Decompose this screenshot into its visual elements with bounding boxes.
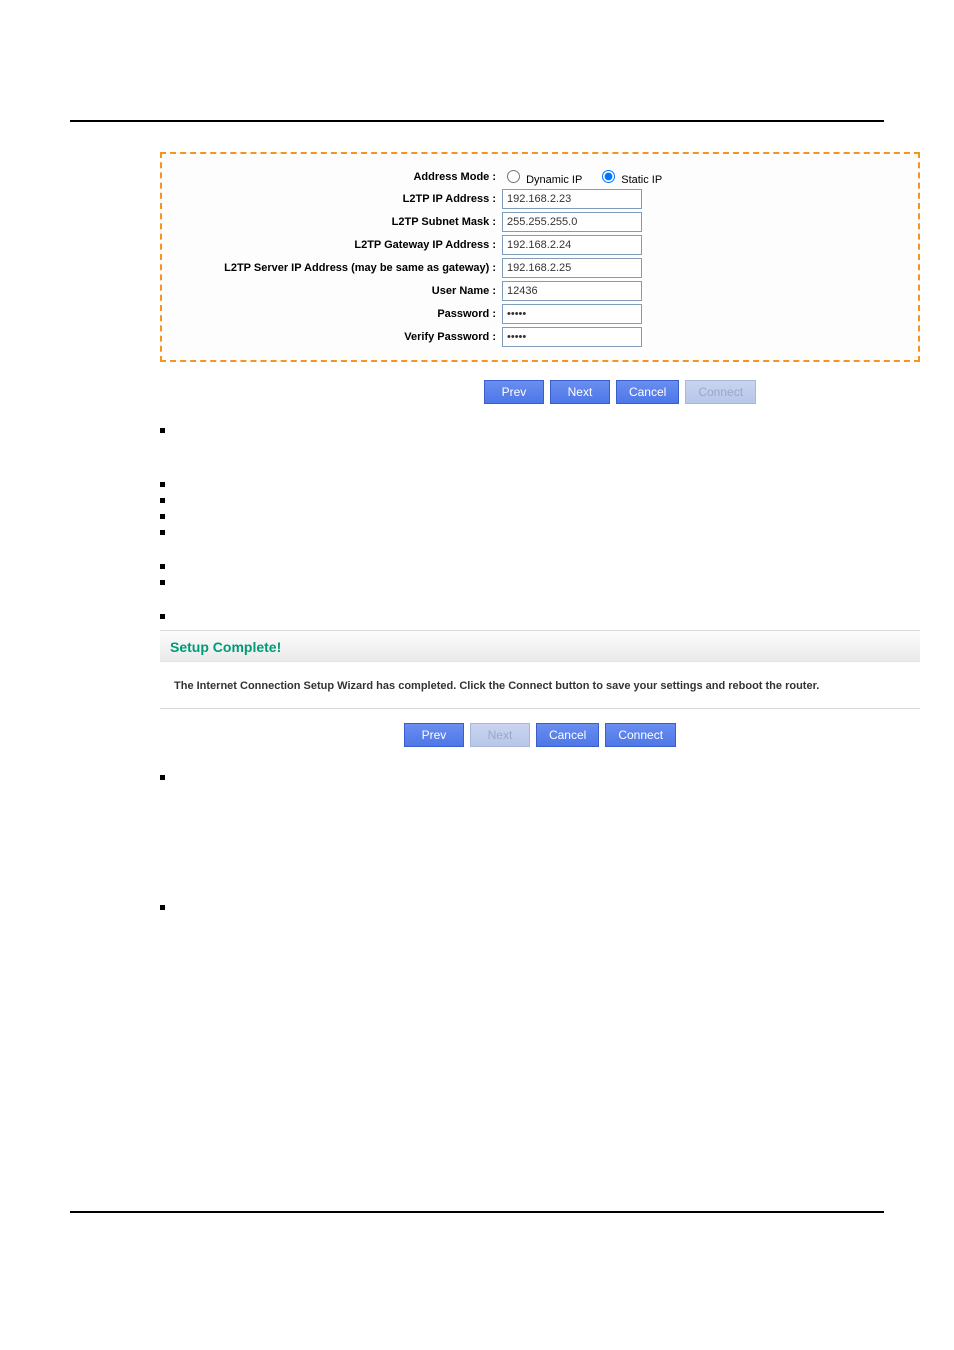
l2tp-server-value-cell xyxy=(502,258,908,278)
bullet-item xyxy=(160,510,884,520)
l2tp-subnet-label: L2TP Subnet Mask : xyxy=(172,216,502,228)
radio-static-ip-input[interactable] xyxy=(602,170,615,183)
address-mode-label: Address Mode : xyxy=(172,171,502,183)
connect-button-disabled: Connect xyxy=(685,380,756,404)
setup-complete-title: Setup Complete! xyxy=(160,631,920,661)
top-rule xyxy=(70,120,884,122)
bullet-list-2 xyxy=(160,771,884,781)
username-input[interactable] xyxy=(502,281,642,301)
password-label: Password : xyxy=(172,308,502,320)
l2tp-ip-input[interactable] xyxy=(502,189,642,209)
bullet-item xyxy=(160,901,884,911)
radio-static-ip[interactable]: Static IP xyxy=(597,174,662,186)
l2tp-ip-label: L2TP IP Address : xyxy=(172,193,502,205)
row-username: User Name : xyxy=(172,281,908,301)
bullet-item xyxy=(160,478,884,488)
connect-button-2[interactable]: Connect xyxy=(605,723,676,747)
l2tp-gateway-value-cell xyxy=(502,235,908,255)
wizard-buttons-2: Prev Next Cancel Connect xyxy=(160,723,920,747)
verify-password-input[interactable] xyxy=(502,327,642,347)
prev-button-2[interactable]: Prev xyxy=(404,723,464,747)
bullet-item xyxy=(160,610,884,620)
form-panel-wrap: Address Mode : Dynamic IP Static IP L2TP… xyxy=(160,152,884,404)
radio-dynamic-ip-text: Dynamic IP xyxy=(526,174,582,186)
row-address-mode: Address Mode : Dynamic IP Static IP xyxy=(172,167,908,186)
bullet-item xyxy=(160,560,884,570)
complete-panel-wrap: Setup Complete! The Internet Connection … xyxy=(160,630,884,747)
verify-password-value-cell xyxy=(502,327,908,347)
wizard-buttons-1: Prev Next Cancel Connect xyxy=(160,380,920,404)
setup-complete-body: The Internet Connection Setup Wizard has… xyxy=(160,661,920,708)
l2tp-form-panel: Address Mode : Dynamic IP Static IP L2TP… xyxy=(160,152,920,362)
l2tp-gateway-input[interactable] xyxy=(502,235,642,255)
bullet-list-3 xyxy=(160,901,884,911)
username-value-cell xyxy=(502,281,908,301)
cancel-button[interactable]: Cancel xyxy=(616,380,679,404)
username-label: User Name : xyxy=(172,285,502,297)
spacer xyxy=(70,791,884,881)
document-page: Address Mode : Dynamic IP Static IP L2TP… xyxy=(0,0,954,1273)
row-l2tp-server: L2TP Server IP Address (may be same as g… xyxy=(172,258,908,278)
l2tp-ip-value-cell xyxy=(502,189,908,209)
next-button-2-disabled: Next xyxy=(470,723,530,747)
bullet-item xyxy=(160,576,884,586)
next-button[interactable]: Next xyxy=(550,380,610,404)
address-mode-value: Dynamic IP Static IP xyxy=(502,167,908,186)
bullet-item xyxy=(160,424,884,434)
row-l2tp-ip: L2TP IP Address : xyxy=(172,189,908,209)
row-verify-password: Verify Password : xyxy=(172,327,908,347)
bullet-list-1 xyxy=(160,424,884,620)
l2tp-server-label: L2TP Server IP Address (may be same as g… xyxy=(172,262,502,274)
l2tp-subnet-value-cell xyxy=(502,212,908,232)
bullet-item xyxy=(160,526,884,536)
row-l2tp-gateway: L2TP Gateway IP Address : xyxy=(172,235,908,255)
bullet-item xyxy=(160,771,884,781)
verify-password-label: Verify Password : xyxy=(172,331,502,343)
radio-dynamic-ip[interactable]: Dynamic IP xyxy=(502,174,585,186)
password-value-cell xyxy=(502,304,908,324)
row-password: Password : xyxy=(172,304,908,324)
password-input[interactable] xyxy=(502,304,642,324)
l2tp-subnet-input[interactable] xyxy=(502,212,642,232)
bottom-rule xyxy=(70,1211,884,1213)
row-l2tp-subnet: L2TP Subnet Mask : xyxy=(172,212,908,232)
l2tp-server-input[interactable] xyxy=(502,258,642,278)
l2tp-gateway-label: L2TP Gateway IP Address : xyxy=(172,239,502,251)
radio-dynamic-ip-input[interactable] xyxy=(507,170,520,183)
cancel-button-2[interactable]: Cancel xyxy=(536,723,599,747)
radio-static-ip-text: Static IP xyxy=(621,174,662,186)
bullet-item xyxy=(160,494,884,504)
setup-complete-panel: Setup Complete! The Internet Connection … xyxy=(160,630,920,709)
prev-button[interactable]: Prev xyxy=(484,380,544,404)
